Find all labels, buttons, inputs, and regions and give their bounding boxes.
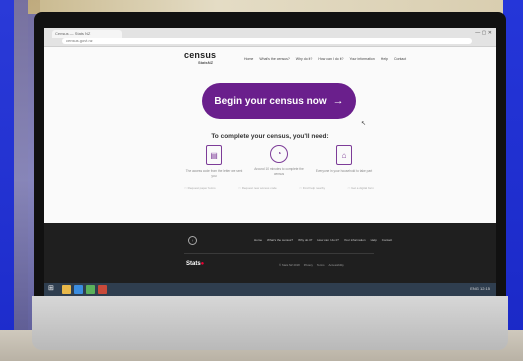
windows-start-icon[interactable]: ⊞ [48,285,56,293]
windows-taskbar: ⊞ ENG 12:15 [44,283,496,296]
scroll-top-icon[interactable]: ↑ [188,236,197,245]
arrow-right-icon: → [332,95,344,107]
apple-logo-icon [265,318,291,344]
link-paper-forms[interactable]: Request paper forms [184,186,216,190]
requirement-access-code: ▤ The access code from the letter we sen… [184,145,244,178]
stats-nz-logo[interactable]: Stats● [186,261,204,267]
begin-census-button[interactable]: Begin your census now → [202,83,356,119]
nav-whats-census[interactable]: What's the census? [259,57,289,61]
stats-logo-text: Stats [186,261,201,267]
nav-help[interactable]: Help [381,57,388,61]
requirement-household: ⌂ Everyone in your household to take par… [314,145,374,174]
media-taskbar-icon[interactable] [98,285,107,294]
logo-stats-text: StatsNZ [198,60,214,65]
nav-why[interactable]: Why do it? [296,57,313,61]
link-digital-form[interactable]: Get a digital form [347,186,374,190]
browser-tab[interactable]: Census — Stats NZ [52,30,122,38]
system-tray[interactable]: ENG 12:15 [470,286,490,291]
nav-home[interactable]: Home [244,57,253,61]
address-bar[interactable]: census.govt.nz [62,38,472,44]
footer-nav-why[interactable]: Why do it? [298,238,312,242]
footer-divider [184,253,374,254]
footer-nav-your-info[interactable]: Your information [344,238,366,242]
footer-nav-contact[interactable]: Contact [382,238,392,242]
nav-your-info[interactable]: Your information [349,57,374,61]
requirement-text: The access code from the letter we sent … [185,169,243,178]
clock-icon: ◔ [270,145,288,163]
nav-contact[interactable]: Contact [394,57,406,61]
footer-nav-whats-census[interactable]: What's the census? [267,238,293,242]
file-explorer-icon[interactable] [62,285,71,294]
browser-chrome: Census — Stats NZ — ▢ ✕ census.govt.nz [44,28,496,47]
site-nav: Home What's the census? Why do it? How c… [244,57,406,61]
footer-nav-home[interactable]: Home [254,238,262,242]
app-taskbar-icon[interactable] [86,285,95,294]
footer-nav: Home What's the census? Why do it? How c… [254,238,392,242]
begin-census-label: Begin your census now [214,96,327,107]
help-links: Request paper forms Request new access c… [184,186,374,190]
link-new-access-code[interactable]: Request new access code [238,186,277,190]
footer-legal: © Stats NZ 2018 Privacy Terms Accessibil… [279,263,344,267]
requirement-time: ◔ Around 10 minutes to complete the cens… [249,145,309,176]
site-footer: ↑ Home What's the census? Why do it? How… [44,223,496,283]
footer-nav-how[interactable]: How can I do it? [317,238,339,242]
browser-taskbar-icon[interactable] [74,285,83,294]
document-icon: ▤ [206,145,222,165]
house-icon: ⌂ [336,145,352,165]
legal-terms[interactable]: Terms [317,263,325,267]
legal-copyright: © Stats NZ 2018 [279,263,300,267]
legal-privacy[interactable]: Privacy [304,263,313,267]
requirements-heading: To complete your census, you'll need: [211,133,329,140]
footer-nav-help[interactable]: Help [371,238,377,242]
logo-census-text: census [184,50,217,60]
requirement-text: Everyone in your household to take part [315,169,373,173]
mouse-cursor-icon: ↖ [361,121,367,127]
link-find-help[interactable]: Find help nearby [299,186,325,190]
legal-accessibility[interactable]: Accessibility [329,263,344,267]
census-logo[interactable]: census StatsNZ [184,50,224,68]
nav-how[interactable]: How can I do it? [318,57,343,61]
logo-dot-icon: ● [200,261,205,267]
window-controls[interactable]: — ▢ ✕ [475,30,492,36]
requirement-text: Around 10 minutes to complete the census [254,167,304,176]
monitor-screen: Census — Stats NZ — ▢ ✕ census.govt.nz c… [44,28,496,296]
